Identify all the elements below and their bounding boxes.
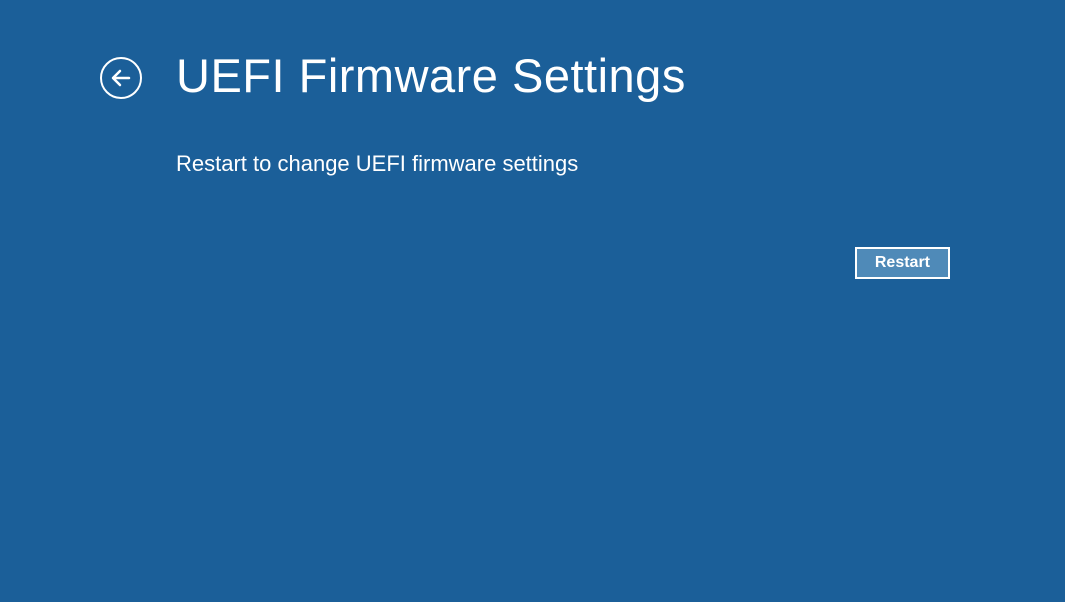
header: UEFI Firmware Settings [100, 48, 950, 103]
button-row: Restart [100, 247, 950, 279]
page-subtitle: Restart to change UEFI firmware settings [176, 151, 950, 177]
page-container: UEFI Firmware Settings Restart to change… [0, 0, 1065, 279]
back-button[interactable] [100, 57, 142, 99]
restart-button[interactable]: Restart [855, 247, 950, 279]
page-title: UEFI Firmware Settings [176, 48, 686, 103]
back-arrow-icon [109, 66, 133, 90]
